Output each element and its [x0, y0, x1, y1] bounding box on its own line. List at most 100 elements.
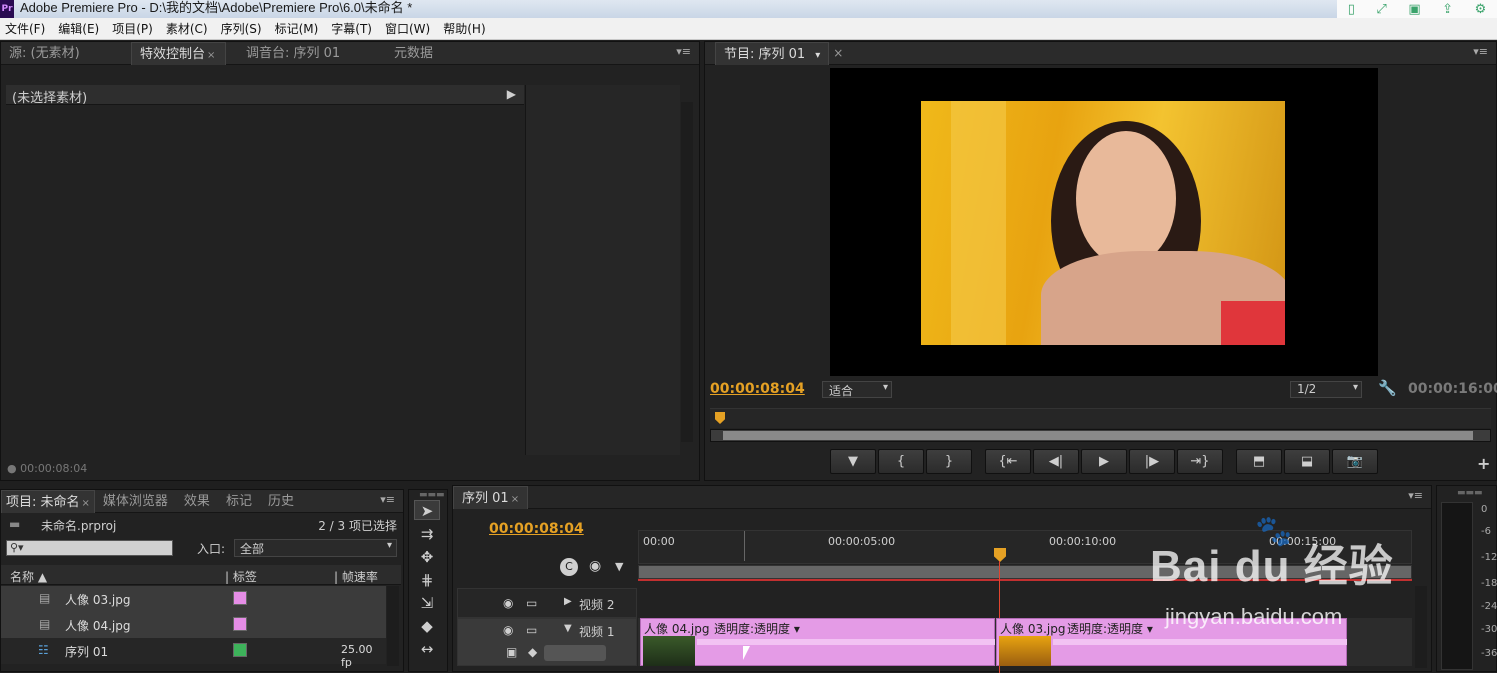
meter-level-label: -18	[1481, 578, 1497, 589]
vertical-scrollbar[interactable]	[1415, 586, 1427, 668]
track-select-tool-icon[interactable]: ⇉	[414, 524, 440, 544]
add-button-icon[interactable]: +	[1477, 454, 1490, 473]
ripple-edit-tool-icon[interactable]: ✥	[414, 547, 440, 567]
mark-out-button[interactable]: }	[926, 449, 972, 474]
vertical-scrollbar[interactable]	[681, 102, 693, 442]
vertical-scrollbar[interactable]	[387, 586, 399, 666]
tab-metadata[interactable]: 元数据	[386, 42, 441, 65]
expand-icon[interactable]: ▶	[564, 596, 572, 607]
snap-icon[interactable]: C	[560, 558, 578, 576]
menu-title[interactable]: 字幕(T)	[331, 20, 372, 37]
gear-icon[interactable]: ⚙	[1475, 2, 1487, 17]
keyframe-icon[interactable]: ◆	[528, 645, 537, 659]
clip-effect[interactable]: 透明度:透明度 ▾	[714, 620, 800, 637]
menu-sequence[interactable]: 序列(S)	[221, 20, 262, 37]
zoom-handle[interactable]	[723, 431, 1473, 440]
menu-project[interactable]: 项目(P)	[112, 20, 153, 37]
tab-source[interactable]: 源: (无素材)	[1, 42, 131, 65]
list-item[interactable]: ☷ 序列 01 25.00 fp	[1, 638, 386, 669]
track-header-video1[interactable]: ◉ ▭ ▼ 视频 1 ▣ ◆	[457, 618, 637, 666]
menu-window[interactable]: 窗口(W)	[385, 20, 430, 37]
list-item[interactable]: ▤ 人像 03.jpg	[1, 586, 386, 612]
slip-tool-icon[interactable]: ↔	[414, 639, 440, 659]
export-frame-button[interactable]: 📷	[1332, 449, 1378, 474]
add-marker-icon[interactable]: ▼	[615, 560, 623, 573]
timeline-current-time[interactable]: 00:00:08:04	[489, 521, 584, 537]
panel-menu-icon[interactable]: ▾≡	[1473, 45, 1488, 58]
program-time-ruler[interactable]	[710, 408, 1491, 428]
image-file-icon: ▤	[39, 617, 51, 631]
tab-audio-mixer[interactable]: 调音台: 序列 01	[226, 42, 386, 65]
label-swatch[interactable]	[233, 643, 247, 657]
label-swatch[interactable]	[233, 591, 247, 605]
eye-icon[interactable]: ◉	[503, 623, 513, 637]
step-back-button[interactable]: ◀|	[1033, 449, 1079, 474]
rolling-edit-tool-icon[interactable]: ⋕	[414, 570, 440, 590]
go-to-in-button[interactable]: {⇤	[985, 449, 1031, 474]
program-zoom-bar[interactable]	[710, 429, 1491, 442]
collapse-icon[interactable]: ▼	[564, 623, 572, 634]
track-header-video2[interactable]: ◉ ▭ ▶ 视频 2	[457, 588, 637, 618]
bookmark-icon[interactable]: ▯	[1348, 2, 1355, 17]
panel-menu-icon[interactable]: ▾≡	[1408, 489, 1423, 502]
column-label[interactable]: | 标签	[225, 568, 257, 585]
add-marker-button[interactable]: ▼	[830, 449, 876, 474]
sequence-marker-icon[interactable]: ◉	[589, 558, 601, 574]
item-frame-rate: 25.00 fp	[341, 643, 373, 669]
tab-markers[interactable]: 标记	[218, 490, 260, 513]
close-icon[interactable]: ×	[833, 46, 843, 60]
display-style-icon[interactable]: ▣	[506, 645, 517, 659]
lift-button[interactable]: ⬒	[1236, 449, 1282, 474]
close-icon[interactable]: ×	[82, 498, 90, 509]
close-icon[interactable]: ×	[511, 494, 519, 505]
label-swatch[interactable]	[233, 617, 247, 631]
tab-media-browser[interactable]: 媒体浏览器	[95, 490, 176, 513]
eye-icon[interactable]: ◉	[503, 596, 513, 610]
play-button[interactable]: ▶	[1081, 449, 1127, 474]
column-frame-rate[interactable]: | 帧速率	[334, 568, 378, 585]
go-to-out-button[interactable]: ⇥}	[1177, 449, 1223, 474]
column-name[interactable]: 名称 ▲	[10, 568, 47, 585]
chevron-down-icon[interactable]: ▾	[815, 50, 820, 61]
meter-level-label: -24	[1481, 601, 1497, 612]
clip-portrait-04[interactable]: 人像 04.jpg 透明度:透明度 ▾	[640, 618, 995, 666]
panel-menu-icon[interactable]: ▾≡	[676, 45, 691, 58]
tab-effect-controls[interactable]: 特效控制台 ×	[131, 41, 226, 65]
panel-menu-icon[interactable]: ▾≡	[380, 493, 395, 506]
tab-program[interactable]: 节目: 序列 01 ▾	[715, 41, 830, 65]
menu-file[interactable]: 文件(F)	[5, 20, 45, 37]
filmstrip-icon[interactable]: ▭	[526, 596, 537, 610]
search-input[interactable]: ⚲▾	[6, 540, 173, 556]
track-label: 视频 1	[579, 625, 615, 639]
resolution-dropdown[interactable]: 1/2 ▾	[1290, 381, 1362, 398]
keyframe-nav[interactable]	[544, 645, 606, 661]
rate-stretch-tool-icon[interactable]: ⇲	[414, 593, 440, 613]
fullscreen-icon[interactable]: ⤢	[1376, 2, 1386, 17]
selection-tool-icon[interactable]: ➤	[414, 500, 440, 520]
share-icon[interactable]: ⇪	[1442, 2, 1453, 17]
step-forward-button[interactable]: |▶	[1129, 449, 1175, 474]
menu-marker[interactable]: 标记(M)	[275, 20, 319, 37]
extract-button[interactable]: ⬓	[1284, 449, 1330, 474]
razor-tool-icon[interactable]: ◆	[414, 616, 440, 636]
in-dropdown[interactable]: 全部 ▾	[234, 539, 397, 557]
fit-dropdown[interactable]: 适合 ▾	[822, 381, 892, 398]
save-icon[interactable]: ▣	[1408, 2, 1420, 17]
mark-in-button[interactable]: {	[878, 449, 924, 474]
close-icon[interactable]: ×	[207, 50, 215, 61]
playhead-icon[interactable]	[715, 412, 725, 424]
filmstrip-icon[interactable]: ▭	[526, 623, 537, 637]
tab-sequence[interactable]: 序列 01 ×	[453, 485, 529, 509]
menu-help[interactable]: 帮助(H)	[443, 20, 485, 37]
menu-edit[interactable]: 编辑(E)	[58, 20, 99, 37]
tab-effects[interactable]: 效果	[176, 490, 218, 513]
tab-project[interactable]: 项目: 未命名 ×	[1, 489, 95, 513]
clip-effect-label: 透明度:透明度	[1067, 622, 1144, 636]
play-icon[interactable]: ▶	[507, 87, 516, 101]
program-current-time[interactable]: 00:00:08:04	[710, 381, 805, 397]
list-item[interactable]: ▤ 人像 04.jpg	[1, 612, 386, 638]
wrench-icon[interactable]: 🔧	[1378, 379, 1397, 397]
clip-effect[interactable]: 透明度:透明度 ▾	[1067, 620, 1153, 637]
tab-history[interactable]: 历史	[260, 490, 302, 513]
menu-clip[interactable]: 素材(C)	[166, 20, 208, 37]
